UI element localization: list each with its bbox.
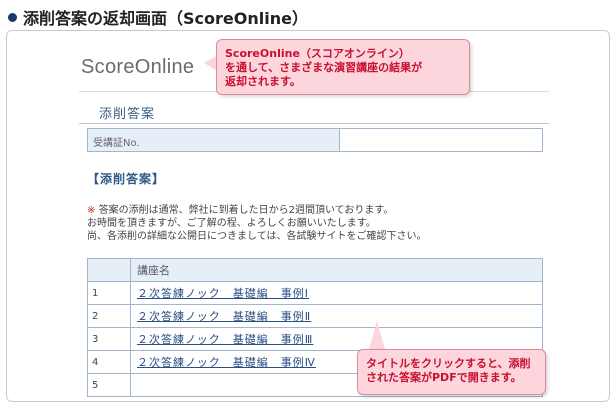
logo-callout: ScoreOnline（スコアオンライン） を通して、さまざまな演習講座の結果が… [216,39,470,95]
num-header [87,258,131,282]
logo-callout-line-2: を通して、さまざまな演習講座の結果が [225,61,423,74]
row-title-cell: ２次答練ノック 基礎編 事例Ⅱ [130,304,543,328]
row-number: 1 [87,281,131,305]
course-name-header: 講座名 [130,258,543,282]
section-divider [79,123,549,124]
page-heading-text: 添削答案の返却画面（ScoreOnline） [23,9,308,28]
logo-callout-line-1: ScoreOnline（スコアオンライン） [225,47,410,60]
callout-pointer [369,321,385,349]
section-title: 添削答案 [99,107,156,122]
bullet-icon [8,12,17,22]
callout-pointer [204,56,216,70]
notice-mark: ※ [87,205,96,216]
scoreonline-logo: ScoreOnline [81,56,195,78]
title-callout: タイトルをクリックすると、添削 された答案がPDFで開きます。 [357,349,546,395]
row-number: 3 [87,327,131,351]
notice-line-1: 答案の添削は通常、弊社に到着した日から2週間頂いております。 [98,205,394,216]
course-link-4[interactable]: ２次答練ノック 基礎編 事例Ⅳ [137,356,316,369]
row-number: 2 [87,304,131,328]
table-header-row: 講座名 [87,258,543,282]
table-row: 2 ２次答練ノック 基礎編 事例Ⅱ [87,304,543,328]
notice-text: ※ 答案の添削は通常、弊社に到着した日から2週間頂いております。 お時間を頂きま… [87,204,507,243]
logo-callout-line-3: 返却されます。 [225,75,301,88]
answers-heading: 【添削答案】 [87,172,166,186]
course-link-3[interactable]: ２次答練ノック 基礎編 事例Ⅲ [137,333,313,346]
notice-line-3: 尚、各添削の詳細な公開日につきましては、各試験サイトをご確認下さい。 [87,231,427,242]
notice-line-2: お時間を頂きますが、ご了解の程、よろしくお願いいたします。 [87,218,376,229]
row-title-cell: ２次答練ノック 基礎編 事例Ⅲ [130,327,543,351]
course-link-2[interactable]: ２次答練ノック 基礎編 事例Ⅱ [137,310,311,323]
table-row: 3 ２次答練ノック 基礎編 事例Ⅲ [87,327,543,351]
table-row: 1 ２次答練ノック 基礎編 事例Ⅰ [87,281,543,305]
student-id-value [340,129,542,151]
page-heading: 添削答案の返却画面（ScoreOnline） [8,5,308,29]
row-number: 4 [87,350,131,374]
screenshot-frame: ScoreOnline 添削答案 受講証No. 【添削答案】 ※ 答案の添削は通… [6,30,610,402]
row-title-cell: ２次答練ノック 基礎編 事例Ⅰ [130,281,543,305]
course-link-1[interactable]: ２次答練ノック 基礎編 事例Ⅰ [137,287,309,300]
student-id-label: 受講証No. [88,129,340,151]
title-callout-line-1: タイトルをクリックすると、添削 [366,357,531,370]
student-id-row: 受講証No. [87,128,543,152]
title-callout-line-2: された答案がPDFで開きます。 [366,371,522,384]
row-number: 5 [87,373,131,397]
